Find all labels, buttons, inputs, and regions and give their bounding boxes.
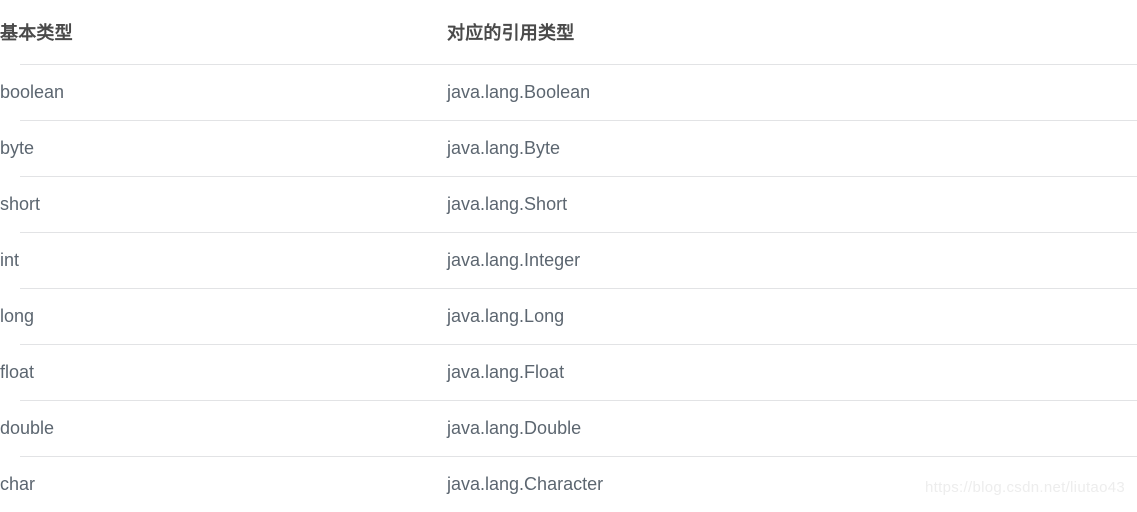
primitive-wrapper-type-table-container: 基本类型 对应的引用类型 boolean java.lang.Boolean b…: [0, 0, 1137, 508]
cell-primitive-type: int: [0, 233, 447, 289]
cell-primitive-type: float: [0, 345, 447, 401]
cell-wrapper-type: java.lang.Integer: [447, 233, 1137, 289]
cell-primitive-type: boolean: [0, 65, 447, 121]
table-row: double java.lang.Double: [0, 401, 1137, 457]
table-row: int java.lang.Integer: [0, 233, 1137, 289]
table-header: 基本类型 对应的引用类型: [0, 0, 1137, 65]
table-row: float java.lang.Float: [0, 345, 1137, 401]
primitive-wrapper-type-table: 基本类型 对应的引用类型 boolean java.lang.Boolean b…: [0, 0, 1137, 512]
cell-wrapper-type: java.lang.Byte: [447, 121, 1137, 177]
cell-primitive-type: short: [0, 177, 447, 233]
table-row: boolean java.lang.Boolean: [0, 65, 1137, 121]
table-body: boolean java.lang.Boolean byte java.lang…: [0, 65, 1137, 512]
column-header-primitive-type: 基本类型: [0, 0, 447, 65]
column-header-wrapper-type: 对应的引用类型: [447, 0, 1137, 65]
cell-wrapper-type: java.lang.Short: [447, 177, 1137, 233]
table-row: byte java.lang.Byte: [0, 121, 1137, 177]
table-header-row: 基本类型 对应的引用类型: [0, 0, 1137, 65]
table-row: long java.lang.Long: [0, 289, 1137, 345]
cell-wrapper-type: java.lang.Boolean: [447, 65, 1137, 121]
cell-primitive-type: byte: [0, 121, 447, 177]
cell-wrapper-type: java.lang.Float: [447, 345, 1137, 401]
cell-wrapper-type: java.lang.Double: [447, 401, 1137, 457]
cell-wrapper-type: java.lang.Long: [447, 289, 1137, 345]
cell-primitive-type: char: [0, 457, 447, 512]
cell-primitive-type: long: [0, 289, 447, 345]
cell-primitive-type: double: [0, 401, 447, 457]
source-watermark: https://blog.csdn.net/liutao43: [925, 479, 1125, 496]
table-row: short java.lang.Short: [0, 177, 1137, 233]
